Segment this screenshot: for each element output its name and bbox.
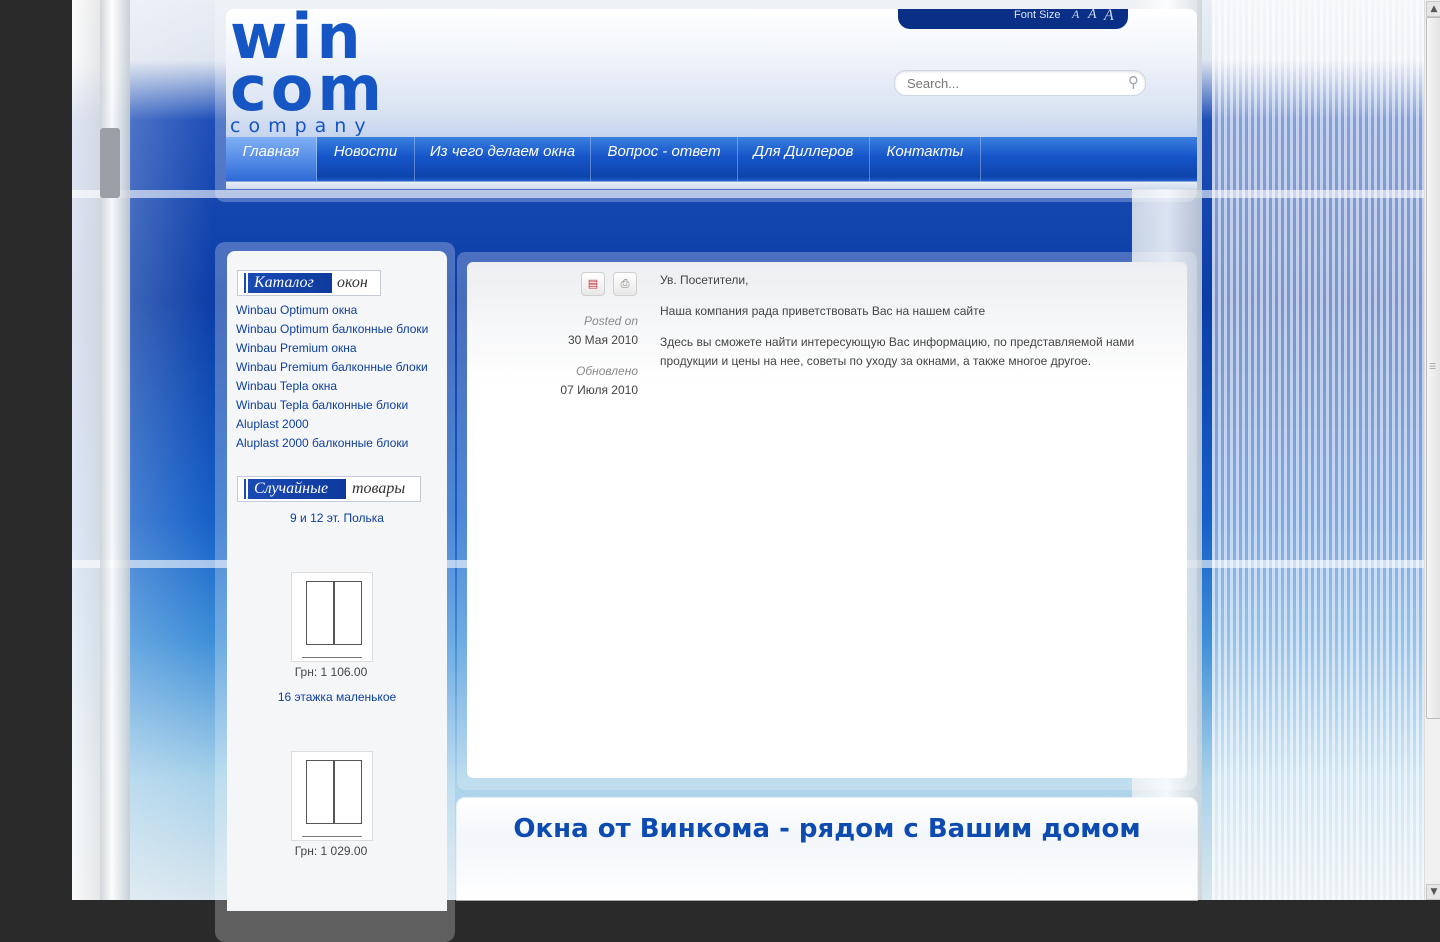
posted-on-label: Posted on — [583, 314, 638, 328]
nav-item-home[interactable]: Главная — [226, 137, 317, 181]
catalog-link[interactable]: Winbau Optimum балконные блоки — [236, 322, 428, 336]
font-size-large-button[interactable]: A — [1104, 9, 1114, 25]
font-size-bar: Font Size A A A — [898, 9, 1128, 29]
window-pane-drawing — [306, 760, 334, 824]
search-box: ⚲ — [894, 70, 1146, 96]
font-size-medium-button[interactable]: A — [1088, 9, 1097, 23]
random-products-module-title: Случайные товары — [237, 476, 421, 502]
article-content: ▤ ⎙ Posted on 30 Мая 2010 Обновлено 07 И… — [467, 262, 1187, 778]
nav-item-news[interactable]: Новости — [317, 137, 415, 181]
page-scrollbar[interactable]: ▲ ☰ ▼ — [1424, 0, 1440, 900]
curtain — [1212, 0, 1424, 900]
dimension-line — [302, 836, 362, 837]
search-input[interactable] — [905, 75, 1119, 92]
catalog-link[interactable]: Aluplast 2000 балконные блоки — [236, 436, 408, 450]
product-image[interactable] — [291, 751, 373, 841]
window-hinge — [100, 128, 120, 198]
updated-label: Обновлено — [576, 364, 638, 378]
slogan-text: Окна от Винкома - рядом с Вашим домом — [513, 814, 1141, 844]
product-price: Грн: 1 029.00 — [294, 844, 368, 858]
catalog-link[interactable]: Aluplast 2000 — [236, 417, 309, 431]
catalog-link[interactable]: Winbau Premium балконные блоки — [236, 360, 428, 374]
catalog-link[interactable]: Winbau Optimum окна — [236, 303, 357, 317]
article-paragraph: Наша компания рада приветствовать Вас на… — [660, 304, 986, 318]
catalog-title-rest: окон — [337, 274, 368, 291]
logo-line-2: com — [230, 52, 386, 125]
logo-line-3: company — [230, 115, 374, 137]
scroll-up-icon[interactable]: ▲ — [1426, 1, 1440, 17]
print-icon[interactable]: ⎙ — [613, 272, 637, 296]
scrollbar-grip-icon: ☰ — [1429, 362, 1437, 371]
dimension-line — [302, 657, 362, 658]
header: win com company Font Size A A A ⚲ Главна… — [226, 9, 1197, 189]
nav-item-materials[interactable]: Из чего делаем окна — [415, 137, 591, 181]
catalog-link[interactable]: Winbau Premium окна — [236, 341, 357, 355]
nav-item-faq[interactable]: Вопрос - ответ — [591, 137, 738, 181]
pdf-icon[interactable]: ▤ — [581, 272, 605, 296]
catalog-module-title: Каталог окон — [237, 270, 381, 296]
random-title-accent: Случайные — [240, 479, 346, 499]
search-icon[interactable]: ⚲ — [1128, 73, 1139, 91]
catalog-title-accent: Каталог — [240, 273, 332, 293]
main-nav: Главная Новости Из чего делаем окна Вопр… — [226, 137, 1197, 189]
window-pane-drawing — [306, 581, 334, 645]
article-paragraph: Ув. Посетители, — [660, 273, 749, 287]
product-price: Грн: 1 106.00 — [294, 665, 368, 679]
window-pane-drawing — [334, 760, 362, 824]
site-logo[interactable]: win com company — [230, 9, 420, 139]
slogan-banner: Окна от Винкома - рядом с Вашим домом — [457, 798, 1197, 900]
posted-date: 30 Мая 2010 — [567, 333, 638, 347]
product-name-link[interactable]: 16 этажка маленькое — [227, 690, 447, 704]
scroll-down-icon[interactable]: ▼ — [1426, 884, 1440, 900]
nav-item-dealers[interactable]: Для Диллеров — [738, 137, 870, 181]
font-size-small-button[interactable]: A — [1072, 9, 1079, 22]
product-name-link[interactable]: 9 и 12 эт. Полька — [227, 511, 447, 525]
font-size-label: Font Size — [1014, 9, 1061, 21]
nav-item-contacts[interactable]: Контакты — [870, 137, 981, 181]
article-paragraph: Здесь вы сможете найти интересующую Вас … — [660, 335, 1135, 368]
window-pane-drawing — [334, 581, 362, 645]
catalog-link[interactable]: Winbau Tepla балконные блоки — [236, 398, 408, 412]
updated-date: 07 Июля 2010 — [560, 383, 638, 397]
random-title-rest: товары — [352, 480, 406, 497]
product-image[interactable] — [291, 572, 373, 662]
catalog-link[interactable]: Winbau Tepla окна — [236, 379, 337, 393]
